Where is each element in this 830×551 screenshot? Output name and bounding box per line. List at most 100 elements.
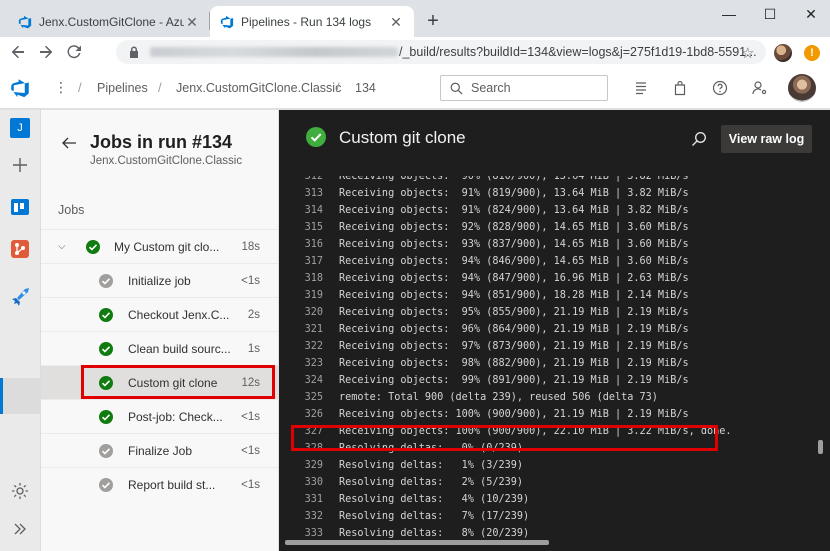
settings-gear-icon[interactable] xyxy=(9,480,31,502)
browser-profile-avatar[interactable] xyxy=(774,44,792,62)
log-line-text: Receiving objects: 97% (873/900), 21.19 … xyxy=(339,341,689,352)
log-header: Custom git clone View raw log xyxy=(279,110,830,176)
step-duration: 2s xyxy=(247,309,260,321)
bookmark-star-icon[interactable]: ☆ xyxy=(741,44,754,62)
jobs-section-label: Jobs xyxy=(58,203,85,217)
ado-header: ⋮ / Pipelines / Jenx.CustomGitClone.Clas… xyxy=(0,67,830,109)
browser-tab-azure-devops[interactable]: Jenx.CustomGitClone - Azure De ✕ xyxy=(8,6,210,37)
step-row[interactable]: Checkout Jenx.C... 2s xyxy=(41,297,278,331)
step-duration: <1s xyxy=(241,479,260,491)
minimize-button[interactable]: — xyxy=(714,4,744,24)
search-icon xyxy=(450,82,463,94)
log-line-number: 324 xyxy=(304,375,323,386)
log-title: Custom git clone xyxy=(339,128,466,147)
log-line-number: 320 xyxy=(304,307,323,318)
chevron-down-icon[interactable]: ⌵ xyxy=(58,241,66,252)
breadcrumb-pipeline-name[interactable]: Jenx.CustomGitClone.Classic xyxy=(176,81,341,95)
user-settings-icon[interactable] xyxy=(752,80,768,96)
new-tab-button[interactable]: + xyxy=(423,11,443,32)
success-check-icon xyxy=(99,342,113,356)
job-row[interactable]: ⌵ My Custom git clo... 18s xyxy=(41,229,278,263)
log-line: 319 Receiving objects: 94% (851/900), 18.… xyxy=(279,287,689,304)
vertical-scrollbar-thumb[interactable] xyxy=(818,440,823,454)
breadcrumb-run[interactable]: 134 xyxy=(355,81,376,95)
step-row[interactable]: Clean build sourc... 1s xyxy=(41,331,278,365)
step-duration: <1s xyxy=(241,275,260,287)
log-lines[interactable]: 312 Receiving objects: 90% (810/900), 13.… xyxy=(279,176,819,540)
forward-arrow-icon[interactable] xyxy=(36,42,56,62)
back-arrow-icon[interactable] xyxy=(8,42,28,62)
blurred-url-host xyxy=(150,47,398,57)
boards-icon[interactable] xyxy=(9,196,31,218)
horizontal-scrollbar-thumb[interactable] xyxy=(285,540,549,545)
pipelines-icon[interactable] xyxy=(9,285,31,307)
log-line: 316 Receiving objects: 93% (837/900), 14.… xyxy=(279,236,689,253)
browser-toolbar: /_build/results?buildId=134&view=logs&j=… xyxy=(0,37,830,67)
tab-close-icon[interactable]: ✕ xyxy=(388,14,404,30)
step-duration: <1s xyxy=(241,411,260,423)
log-line-text: Receiving objects: 94% (846/900), 14.65 … xyxy=(339,256,689,267)
more-options-icon[interactable]: ⋮ xyxy=(54,79,68,96)
log-line: 333 Resolving deltas: 8% (20/239) xyxy=(279,525,530,540)
breadcrumb-pipelines[interactable]: Pipelines xyxy=(97,81,148,95)
highlighted-log-line-box xyxy=(291,425,718,451)
step-row[interactable]: Report build st... <1s xyxy=(41,467,278,501)
step-row[interactable]: Post-job: Check... <1s xyxy=(41,399,278,433)
log-line: 329 Resolving deltas: 1% (3/239) xyxy=(279,457,523,474)
log-line-number: 315 xyxy=(304,222,323,233)
tab-close-icon[interactable]: ✕ xyxy=(184,14,200,30)
log-line-text: Receiving objects: 90% (810/900), 13.64 … xyxy=(339,176,689,182)
page-title: Jobs in run #134 xyxy=(90,132,233,152)
log-line-number: 319 xyxy=(304,290,323,301)
step-row[interactable]: Initialize job <1s xyxy=(41,263,278,297)
success-check-icon xyxy=(306,127,326,147)
project-badge-icon[interactable]: J xyxy=(10,118,30,138)
left-navigation-rail: J xyxy=(0,110,41,551)
pending-check-icon xyxy=(99,478,113,492)
step-name: Report build st... xyxy=(128,478,216,492)
browser-update-icon[interactable]: ! xyxy=(804,45,820,61)
tab-title: Jenx.CustomGitClone - Azure De xyxy=(39,14,184,29)
rail-active-indicator xyxy=(0,378,3,414)
expand-rail-icon[interactable] xyxy=(9,518,31,540)
search-icon[interactable] xyxy=(691,131,707,147)
add-icon[interactable] xyxy=(9,154,31,176)
shopping-bag-icon[interactable] xyxy=(672,80,688,96)
search-input[interactable]: Search xyxy=(440,75,608,101)
breadcrumb-separator: / xyxy=(78,80,82,95)
reload-icon[interactable] xyxy=(64,42,84,62)
selected-step-highlight xyxy=(81,365,275,399)
view-raw-log-button[interactable]: View raw log xyxy=(721,125,812,153)
repos-icon[interactable] xyxy=(9,238,31,260)
log-line-text: Receiving objects: 94% (851/900), 18.28 … xyxy=(339,290,689,301)
log-line: 320 Receiving objects: 95% (855/900), 21.… xyxy=(279,304,689,321)
log-line-text: Receiving objects: 93% (837/900), 14.65 … xyxy=(339,239,689,250)
azure-devops-logo-icon[interactable] xyxy=(10,78,30,98)
maximize-button[interactable]: ☐ xyxy=(755,4,785,24)
back-arrow-icon[interactable] xyxy=(61,135,77,151)
log-line-number: 331 xyxy=(304,494,323,505)
log-line-text: Resolving deltas: 8% (20/239) xyxy=(339,528,530,539)
help-icon[interactable] xyxy=(712,80,728,96)
browser-tab-pipelines[interactable]: Pipelines - Run 134 logs ✕ xyxy=(210,6,414,37)
log-line: 325 remote: Total 900 (delta 239), reused… xyxy=(279,389,658,406)
log-line-number: 313 xyxy=(304,188,323,199)
log-line-number: 325 xyxy=(304,392,323,403)
log-line-text: Receiving objects: 91% (819/900), 13.64 … xyxy=(339,188,689,199)
log-line: 321 Receiving objects: 96% (864/900), 21.… xyxy=(279,321,689,338)
log-line-number: 326 xyxy=(304,409,323,420)
log-line-text: Receiving objects: 92% (828/900), 14.65 … xyxy=(339,222,689,233)
window-close-button[interactable]: ✕ xyxy=(796,4,826,24)
job-duration: 18s xyxy=(241,241,260,253)
pending-check-icon xyxy=(99,444,113,458)
log-viewer: Custom git clone View raw log 312 Receivi… xyxy=(279,110,830,551)
address-bar[interactable]: /_build/results?buildId=134&view=logs&j=… xyxy=(116,40,766,64)
log-line-number: 329 xyxy=(304,460,323,471)
search-placeholder: Search xyxy=(471,81,511,95)
user-avatar[interactable] xyxy=(788,74,816,102)
log-line-text: remote: Total 900 (delta 239), reused 50… xyxy=(339,392,658,403)
log-line: 326 Receiving objects: 100% (900/900), 21… xyxy=(279,406,689,423)
list-icon[interactable] xyxy=(633,80,649,96)
step-row[interactable]: Finalize Job <1s xyxy=(41,433,278,467)
job-name: My Custom git clo... xyxy=(114,240,220,254)
